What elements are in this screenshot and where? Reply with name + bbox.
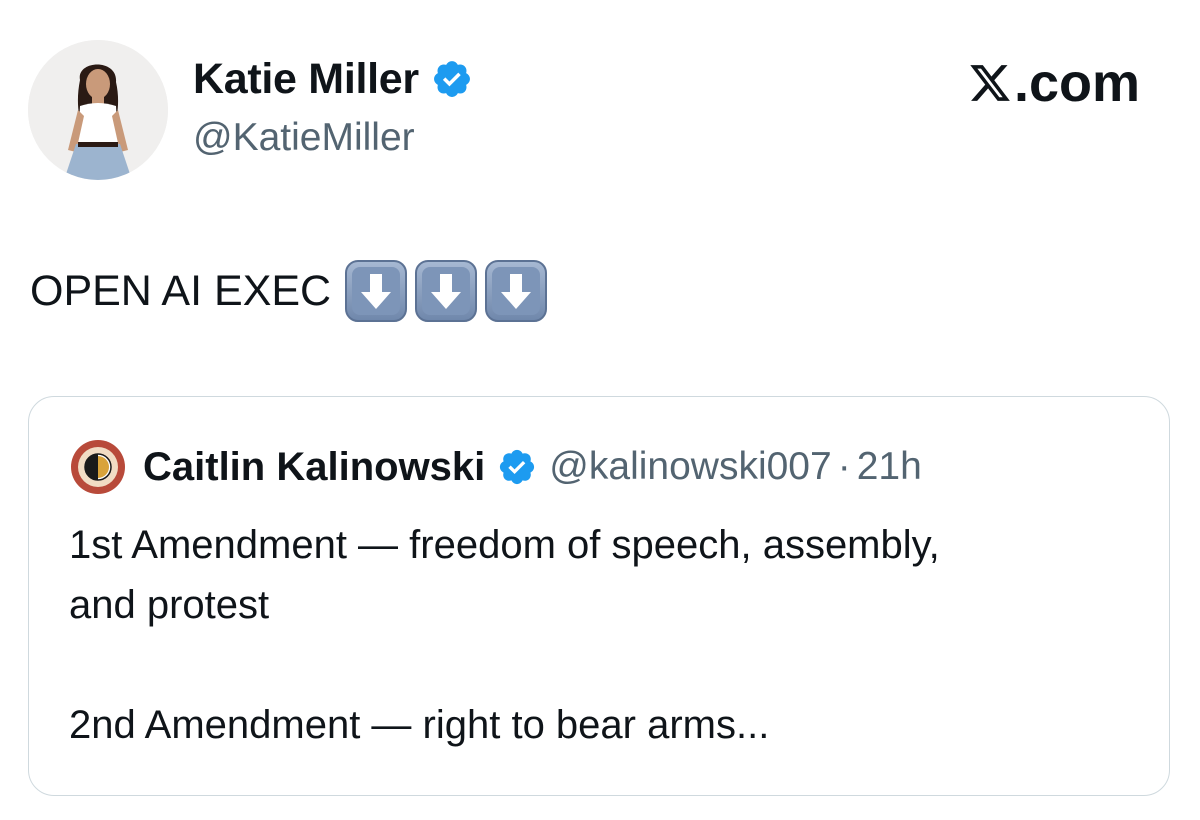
down-arrow-emoji-icon [485,260,548,322]
quoted-post-header: Caitlin Kalinowski @kalinowski007 · 21h [69,439,922,495]
down-arrow-emoji-icon [415,260,478,322]
post-text-row: OPEN AI EXEC [30,256,549,326]
quoted-post-card[interactable]: Caitlin Kalinowski @kalinowski007 · 21h … [28,396,1170,796]
author-avatar[interactable] [28,40,168,180]
profile-photo [28,40,168,180]
quoted-text-line: 2nd Amendment — right to bear arms... [69,703,770,747]
x-logo-icon [970,65,1010,101]
down-arrow-emoji-icon [345,260,408,322]
author-name-row[interactable]: Katie Miller [193,52,473,106]
quoted-author-handle[interactable]: @kalinowski007 [549,445,831,489]
verified-badge-icon [433,61,470,97]
half-circle-logo-icon[interactable] [69,438,127,496]
author-name[interactable]: Katie Miller [193,55,419,104]
separator-dot: · [837,445,851,488]
quoted-text-line: and protest [69,583,270,627]
site-domain: .com [1013,53,1140,113]
quoted-text-line: 1st Amendment — freedom of speech, assem… [69,523,940,567]
quoted-post-timestamp[interactable]: 21h [857,445,922,489]
post-text: OPEN AI EXEC [30,266,332,315]
author-handle[interactable]: @KatieMiller [193,116,415,160]
quoted-post-text: 1st Amendment — freedom of speech, assem… [69,515,1139,755]
verified-badge-icon [500,449,535,485]
site-label: .com [968,52,1140,114]
quoted-author-name[interactable]: Caitlin Kalinowski [143,445,485,490]
